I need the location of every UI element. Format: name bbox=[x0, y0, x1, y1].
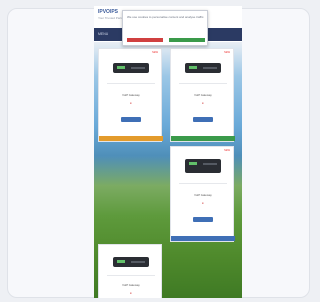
cookie-text: We use cookies to personalise content an… bbox=[127, 15, 205, 19]
product-card[interactable]: NEW VoIP Gateway £ bbox=[170, 146, 235, 242]
cookie-accept-button[interactable] bbox=[127, 38, 163, 42]
cookie-banner: We use cookies to personalise content an… bbox=[122, 10, 208, 46]
cookie-settings-button[interactable] bbox=[169, 38, 205, 42]
product-button[interactable] bbox=[193, 117, 213, 122]
divider bbox=[107, 83, 155, 84]
product-bar bbox=[171, 236, 235, 241]
nav-label[interactable]: MENU bbox=[98, 32, 108, 36]
product-price: £ bbox=[202, 201, 204, 205]
product-card[interactable]: NEW VoIP Gateway £ bbox=[170, 48, 235, 142]
product-card[interactable]: NEW VoIP Gateway £ bbox=[98, 48, 163, 142]
product-image[interactable] bbox=[113, 63, 149, 73]
product-name[interactable]: VoIP Gateway bbox=[102, 283, 160, 287]
product-button[interactable] bbox=[193, 217, 213, 222]
product-name[interactable]: VoIP Gateway bbox=[174, 193, 232, 197]
product-name[interactable]: VoIP Gateway bbox=[174, 93, 232, 97]
product-image[interactable] bbox=[185, 159, 221, 173]
divider bbox=[107, 275, 155, 276]
product-bar bbox=[171, 136, 235, 141]
product-price: £ bbox=[130, 101, 132, 105]
product-name[interactable]: VoIP Gateway bbox=[102, 93, 160, 97]
product-price: £ bbox=[202, 101, 204, 105]
product-bar bbox=[99, 136, 163, 141]
product-image[interactable] bbox=[113, 257, 149, 267]
product-tag: NEW bbox=[224, 149, 230, 152]
site-logo[interactable]: IPVOIPS bbox=[98, 9, 118, 15]
product-image[interactable] bbox=[185, 63, 221, 73]
product-tag: NEW bbox=[152, 51, 158, 54]
product-card[interactable]: VoIP Gateway £ bbox=[98, 244, 162, 298]
divider bbox=[179, 83, 227, 84]
product-price: £ bbox=[130, 291, 132, 295]
product-button[interactable] bbox=[121, 117, 141, 122]
mobile-page-preview[interactable]: IPVOIPS Your Trusted Partner MENU NEW Vo… bbox=[94, 6, 242, 298]
product-tag: NEW bbox=[224, 51, 230, 54]
divider bbox=[179, 183, 227, 184]
